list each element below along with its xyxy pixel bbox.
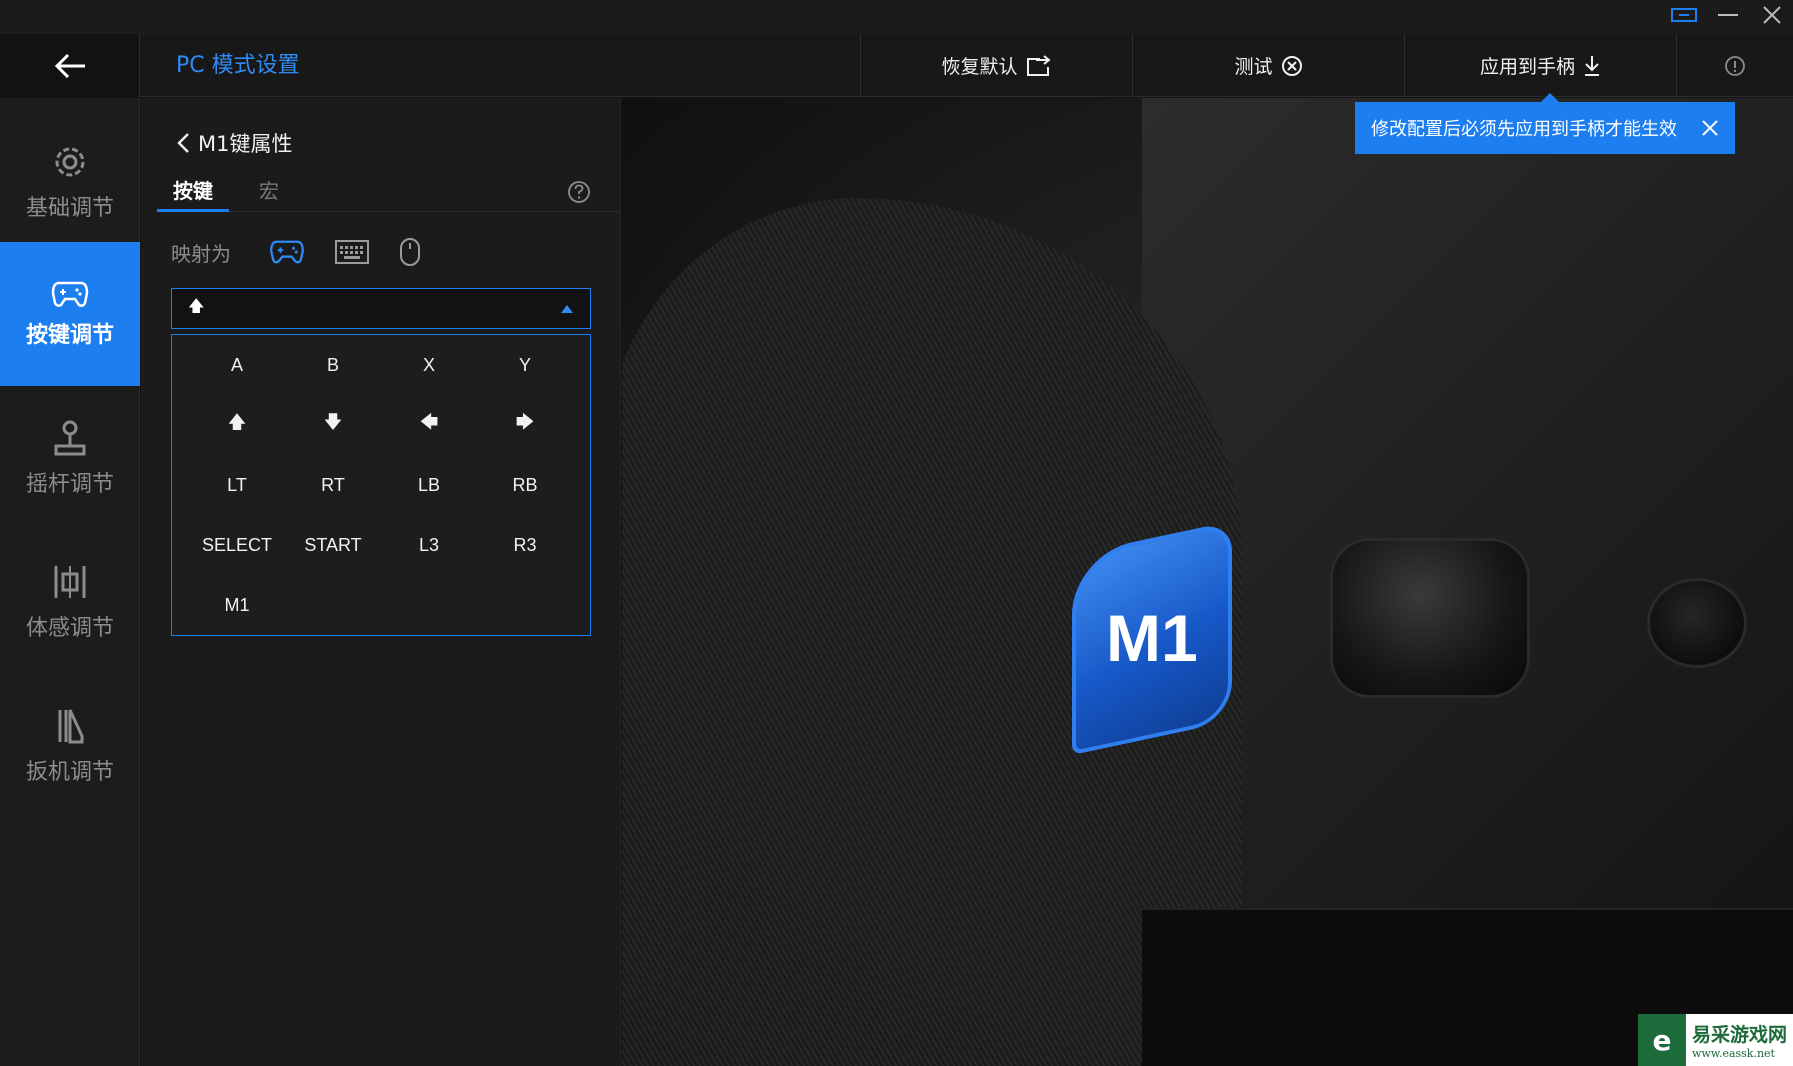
option-rt[interactable]: RT — [285, 465, 381, 505]
info-button[interactable] — [1676, 34, 1793, 97]
breadcrumb[interactable]: M1键属性 — [176, 128, 292, 158]
controller-preview: M1 — [622, 98, 1793, 1066]
download-icon — [1585, 55, 1599, 76]
option-dpad-up[interactable]: 🡅 — [189, 405, 285, 445]
trigger-icon — [58, 709, 84, 744]
test-label: 测试 — [1234, 56, 1273, 78]
back-button[interactable] — [0, 34, 140, 97]
key-config-panel: M1键属性 按键 宏 映射为 🡅 A B X Y 🡅 🡇 🡄 🡆 LT RT L… — [141, 98, 621, 1066]
sidebar-item-label: 基础调节 — [25, 196, 114, 221]
tab-macro[interactable]: 宏 — [243, 176, 295, 212]
chevron-left-icon — [177, 133, 189, 153]
mapping-label: 映射为 — [171, 241, 231, 266]
apply-to-controller-button[interactable]: 应用到手柄 — [1404, 34, 1676, 97]
motion-icon — [54, 566, 86, 598]
restore-default-button[interactable]: 恢复默认 — [860, 34, 1132, 97]
option-l3[interactable]: L3 — [381, 525, 477, 565]
option-dpad-right[interactable]: 🡆 — [477, 405, 573, 445]
title-bar — [0, 0, 1793, 34]
gear-icon — [55, 147, 85, 177]
option-lb[interactable]: LB — [381, 465, 477, 505]
apply-notice-toast: 修改配置后必须先应用到手柄才能生效 — [1355, 93, 1735, 154]
option-x[interactable]: X — [381, 345, 477, 385]
mapping-type-row: 映射为 — [171, 236, 451, 268]
close-icon[interactable] — [1701, 119, 1719, 137]
apply-label: 应用到手柄 — [1479, 56, 1575, 78]
sidebar-item-joystick[interactable]: 摇杆调节 — [0, 386, 140, 530]
mapping-options-list: A B X Y 🡅 🡇 🡄 🡆 LT RT LB RB SELECT START… — [171, 334, 591, 636]
sidebar-item-motion[interactable]: 体感调节 — [0, 530, 140, 674]
option-r3[interactable]: R3 — [477, 525, 573, 565]
tab-keys[interactable]: 按键 — [157, 176, 229, 212]
export-icon — [1026, 54, 1051, 76]
option-dpad-down[interactable]: 🡇 — [285, 405, 381, 445]
watermark-logo: e — [1638, 1014, 1686, 1066]
window-mode-icon[interactable] — [1664, 0, 1704, 30]
sidebar-item-label: 扳机调节 — [25, 760, 114, 785]
sidebar-item-label: 体感调节 — [25, 616, 114, 641]
sidebar: 基础调节 按键调节 摇杆调节 体感调节 扳机调节 — [0, 98, 140, 1066]
selected-value: 🡅 — [188, 296, 205, 315]
restore-default-label: 恢复默认 — [941, 56, 1018, 78]
page-title: PC 模式设置 — [176, 53, 300, 78]
info-icon — [1725, 55, 1745, 76]
caret-up-icon — [561, 304, 573, 313]
joystick-icon — [54, 420, 86, 456]
sidebar-item-buttons[interactable]: 按键调节 — [0, 242, 140, 386]
sidebar-item-basic[interactable]: 基础调节 — [0, 110, 140, 254]
toast-message: 修改配置后必须先应用到手柄才能生效 — [1371, 119, 1677, 140]
option-a[interactable]: A — [189, 345, 285, 385]
arrow-left-icon — [54, 53, 85, 78]
minimize-icon[interactable] — [1708, 0, 1748, 30]
tab-bar: 按键 宏 — [157, 176, 621, 212]
mouse-icon[interactable] — [399, 237, 421, 267]
top-header: PC 模式设置 恢复默认 测试 应用到手柄 — [0, 34, 1793, 97]
option-b[interactable]: B — [285, 345, 381, 385]
keyboard-icon[interactable] — [335, 240, 369, 264]
sidebar-item-trigger[interactable]: 扳机调节 — [0, 674, 140, 818]
circle-x-icon — [1281, 55, 1302, 76]
option-select[interactable]: SELECT — [189, 525, 285, 565]
breadcrumb-label: M1键属性 — [198, 132, 293, 156]
option-m1[interactable]: M1 — [189, 585, 285, 625]
site-watermark: e 易采游戏网 www.eassk.net — [1638, 1014, 1793, 1066]
help-icon[interactable] — [567, 180, 591, 208]
controller-square-button — [1330, 538, 1530, 698]
option-lt[interactable]: LT — [189, 465, 285, 505]
mapping-select[interactable]: 🡅 — [171, 288, 591, 329]
close-window-icon[interactable] — [1752, 0, 1792, 30]
option-y[interactable]: Y — [477, 345, 573, 385]
sidebar-item-label: 摇杆调节 — [25, 472, 114, 497]
sidebar-item-label: 按键调节 — [25, 323, 114, 348]
controller-round-button — [1647, 578, 1747, 668]
option-dpad-left[interactable]: 🡄 — [381, 405, 477, 445]
option-start[interactable]: START — [285, 525, 381, 565]
test-button[interactable]: 测试 — [1132, 34, 1404, 97]
gamepad-icon[interactable] — [269, 239, 305, 265]
option-rb[interactable]: RB — [477, 465, 573, 505]
watermark-name: 易采游戏网 — [1692, 1024, 1788, 1046]
gamepad-icon — [51, 281, 89, 307]
m1-badge-label: M1 — [1106, 601, 1198, 675]
watermark-url: www.eassk.net — [1692, 1047, 1775, 1060]
